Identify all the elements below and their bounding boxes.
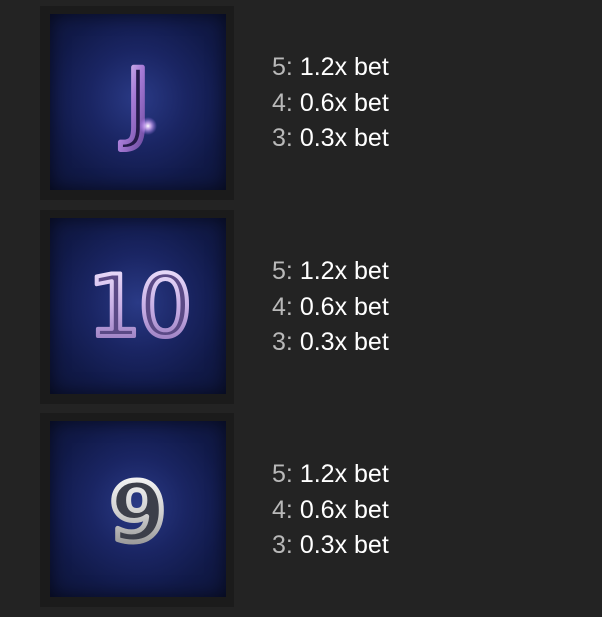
payout-count: 4:	[272, 495, 293, 524]
paytable-row-9: 9 5: 1.2x bet 4: 0.6x bet 3: 0.3x bet	[40, 413, 560, 607]
payout-value: 1.2x bet	[299, 460, 389, 488]
payout-value: 1.2x bet	[299, 53, 389, 81]
symbol-tile-frame: 9	[40, 413, 234, 607]
payout-count: 3:	[272, 124, 293, 152]
payout-line: 4: 0.6x bet	[272, 290, 389, 326]
payout-value: 0.3x bet	[299, 124, 389, 152]
payout-value: 0.3x bet	[299, 531, 389, 559]
payout-line: 4: 0.6x bet	[272, 86, 389, 122]
payout-line: 5: 1.2x bet	[272, 457, 389, 493]
payout-line: 3: 0.3x bet	[272, 325, 389, 361]
number-10-icon: 10	[85, 255, 194, 359]
paytable-row-10: 10 5: 1.2x bet 4: 0.6x bet 3: 0.3x bet	[40, 210, 560, 404]
number-9-icon: 9	[107, 464, 169, 564]
payout-line: 3: 0.3x bet	[272, 121, 389, 157]
payout-list: 5: 1.2x bet 4: 0.6x bet 3: 0.3x bet	[272, 254, 389, 361]
symbol-glyph: 9	[109, 466, 166, 561]
payout-count: 3:	[272, 328, 293, 356]
symbol-tile-frame: J	[40, 6, 234, 200]
payout-value: 1.2x bet	[299, 257, 389, 285]
payout-value: 0.6x bet	[299, 495, 389, 524]
symbol-glyph: J	[120, 50, 151, 153]
payout-count: 5:	[272, 53, 293, 81]
symbol-tile: 9	[50, 421, 226, 597]
payout-count: 5:	[272, 460, 293, 488]
symbol-tile: 10	[50, 218, 226, 394]
symbol-tile: J	[50, 14, 226, 190]
letter-j-icon: J	[118, 48, 157, 156]
payout-list: 5: 1.2x bet 4: 0.6x bet 3: 0.3x bet	[272, 50, 389, 157]
payout-value: 0.3x bet	[299, 328, 389, 356]
payout-value: 0.6x bet	[299, 88, 389, 117]
payout-count: 3:	[272, 531, 293, 559]
payout-line: 4: 0.6x bet	[272, 493, 389, 529]
payout-line: 3: 0.3x bet	[272, 528, 389, 564]
payout-count: 4:	[272, 88, 293, 117]
symbol-tile-frame: 10	[40, 210, 234, 404]
paytable-row-j: J 5: 1.2x bet 4: 0.6x bet 3: 0.3x bet	[40, 6, 560, 200]
payout-count: 5:	[272, 257, 293, 285]
payout-list: 5: 1.2x bet 4: 0.6x bet 3: 0.3x bet	[272, 457, 389, 564]
payout-count: 4:	[272, 292, 293, 321]
payout-value: 0.6x bet	[299, 292, 389, 321]
payout-line: 5: 1.2x bet	[272, 254, 389, 290]
payout-line: 5: 1.2x bet	[272, 50, 389, 86]
symbol-glyph: 10	[87, 257, 188, 357]
